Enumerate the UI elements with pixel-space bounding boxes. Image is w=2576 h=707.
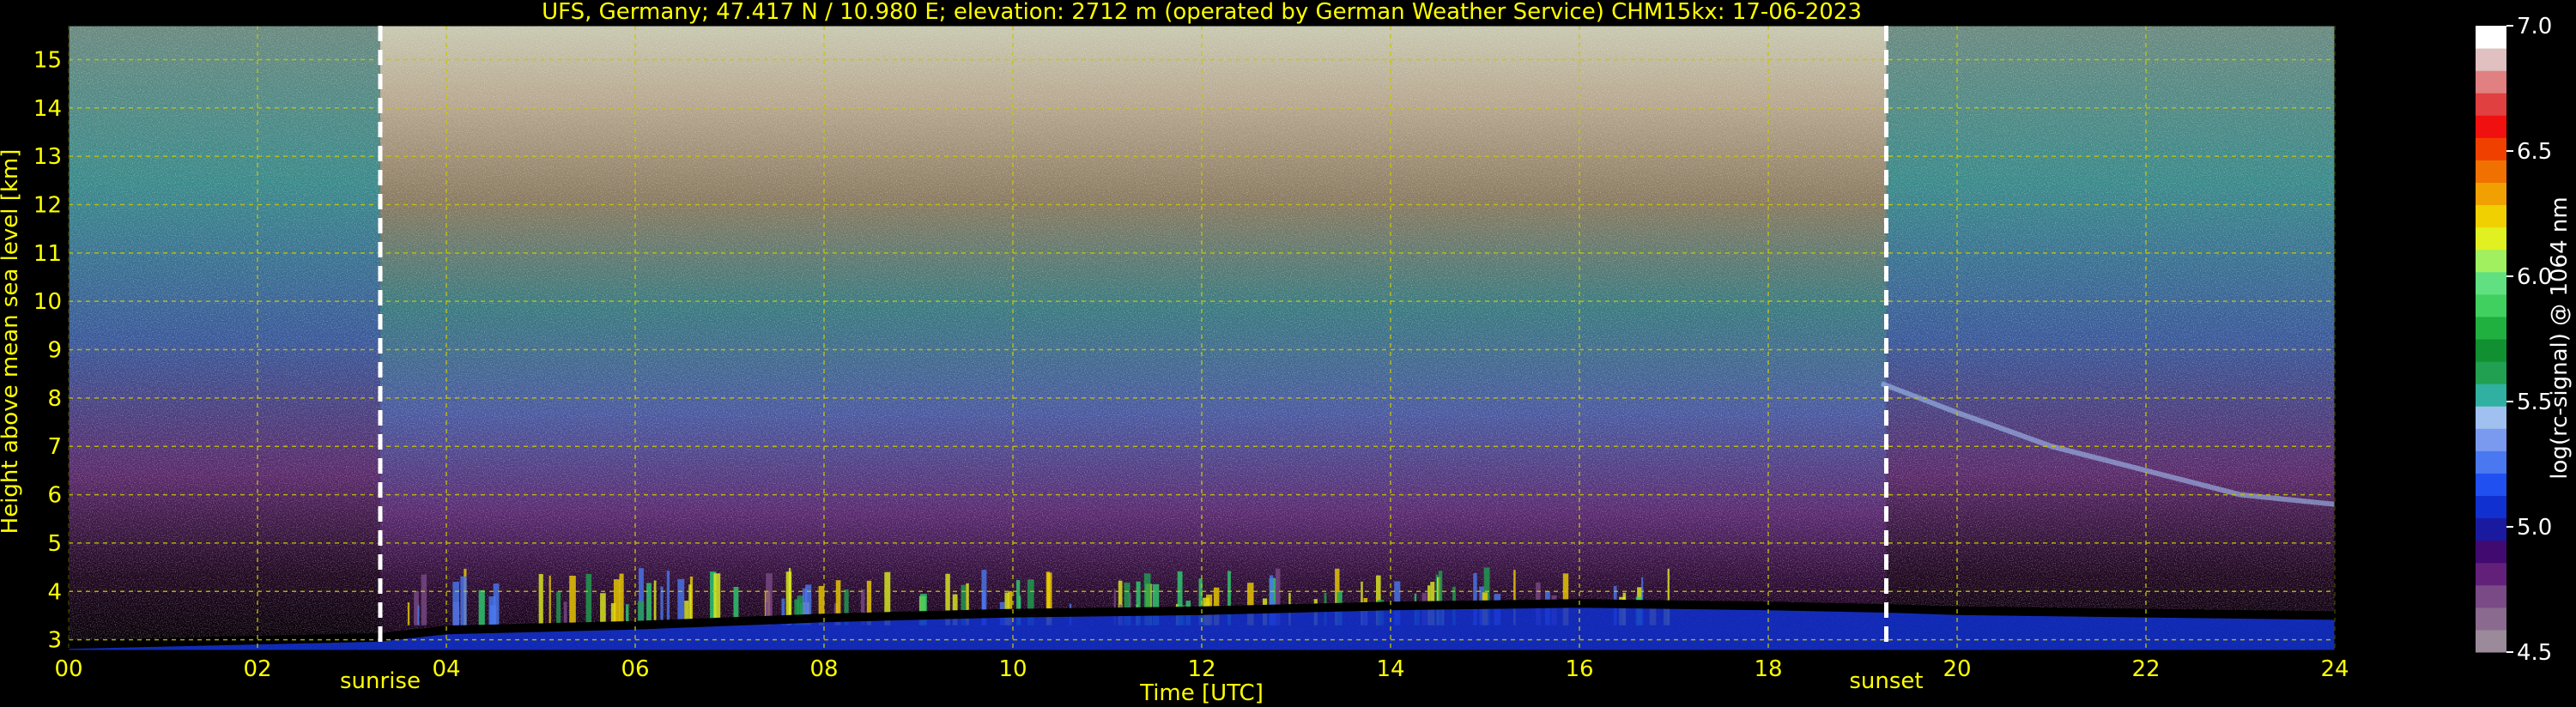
colorbar-segment: [2476, 428, 2506, 451]
cloud-streak: [549, 575, 551, 625]
cloud-streak: [556, 591, 561, 625]
y-tick-label: 6: [47, 483, 62, 509]
cloud-streak: [653, 580, 657, 625]
cloud-streak: [563, 601, 567, 625]
y-tick-label: 4: [47, 579, 62, 605]
colorbar-segment: [2476, 361, 2506, 384]
colorbar-segment: [2476, 562, 2506, 586]
x-tick-label: 00: [54, 656, 82, 682]
cloud-streak: [585, 573, 592, 625]
colorbar-segment: [2476, 93, 2506, 116]
cloud-streak: [660, 586, 664, 625]
x-tick-label: 24: [2320, 656, 2349, 682]
x-tick-label: 08: [809, 656, 838, 682]
colorbar-segment: [2476, 182, 2506, 206]
colorbar-segment: [2476, 271, 2506, 295]
x-axis-label: Time [UTC]: [1139, 680, 1264, 706]
colorbar-segment: [2476, 316, 2506, 340]
y-tick-label: 14: [33, 96, 62, 122]
colorbar-segment: [2476, 584, 2506, 608]
colorbar-segment: [2476, 607, 2506, 631]
y-tick-label: 3: [47, 628, 62, 654]
y-tick-label: 13: [33, 144, 62, 170]
colorbar-segment: [2476, 406, 2506, 429]
cloud-streak: [452, 582, 459, 625]
x-tick-label: 02: [243, 656, 271, 682]
y-tick-label: 8: [47, 386, 62, 412]
cloud-streak: [538, 574, 543, 625]
colorbar-segment: [2476, 204, 2506, 228]
cloud-streak: [646, 583, 652, 625]
cloud-streak: [421, 574, 427, 625]
colorbar-label: log(rc-signal) @ 1064 nm: [2547, 196, 2573, 479]
colorbar-segment: [2476, 160, 2506, 183]
colorbar-tick-label: 4.5: [2517, 640, 2552, 666]
sunrise-label: sunrise: [340, 668, 421, 694]
x-tick-label: 12: [1187, 656, 1215, 682]
x-tick-label: 10: [998, 656, 1027, 682]
y-tick-label: 5: [47, 531, 62, 557]
cloud-streak: [600, 593, 606, 625]
colorbar-tick-label: 6.5: [2517, 139, 2552, 165]
cloud-streak: [460, 576, 467, 625]
colorbar-segment: [2476, 384, 2506, 407]
y-axis-label: Height above mean sea level [km]: [0, 149, 23, 535]
y-tick-label: 10: [33, 289, 62, 315]
y-tick-label: 12: [33, 192, 62, 218]
cloud-streak: [478, 589, 485, 625]
x-tick-label: 20: [1943, 656, 1971, 682]
colorbar-segment: [2476, 473, 2506, 496]
colorbar-segment: [2476, 450, 2506, 474]
x-tick-label: 06: [621, 656, 649, 682]
sunset-label: sunset: [1849, 668, 1923, 694]
cloud-streak: [677, 578, 685, 625]
colorbar: 4.55.05.56.06.57.0: [2476, 14, 2552, 666]
colorbar-segment: [2476, 540, 2506, 564]
cloud-streak: [493, 583, 500, 625]
x-tick-label: 18: [1754, 656, 1782, 682]
chart-title: UFS, Germany; 47.417 N / 10.980 E; eleva…: [542, 0, 1862, 25]
colorbar-segment: [2476, 293, 2506, 317]
colorbar-segment: [2476, 26, 2506, 49]
colorbar-segment: [2476, 70, 2506, 94]
x-tick-label: 22: [2131, 656, 2160, 682]
colorbar-segment: [2476, 249, 2506, 273]
colorbar-segment: [2476, 339, 2506, 362]
colorbar-segment: [2476, 115, 2506, 138]
colorbar-segment: [2476, 227, 2506, 251]
colorbar-segment: [2476, 517, 2506, 541]
x-tick-label: 16: [1565, 656, 1593, 682]
y-tick-label: 11: [33, 241, 62, 267]
y-tick-label: 7: [47, 434, 62, 460]
cloud-streak: [713, 573, 721, 625]
y-tick-label: 9: [47, 338, 62, 364]
colorbar-segment: [2476, 629, 2506, 653]
colorbar-tick-label: 7.0: [2517, 14, 2552, 39]
cloud-streak: [619, 573, 624, 625]
colorbar-segment: [2476, 495, 2506, 519]
cloud-streak: [407, 602, 410, 625]
y-tick-label: 15: [33, 47, 62, 73]
x-tick-label: 14: [1376, 656, 1404, 682]
colorbar-tick-label: 5.0: [2517, 515, 2552, 541]
colorbar-segment: [2476, 137, 2506, 160]
cloud-streak: [569, 576, 576, 625]
colorbar-segment: [2476, 48, 2506, 71]
cloud-streak: [613, 579, 621, 625]
ceilometer-chart: 00 02 04 06 08 10 12 14 16 18 20 22 24 3 4 5 6 7 8 9 10 11 12 1…: [0, 0, 2573, 706]
x-tick-label: 04: [432, 656, 460, 682]
cloud-streak: [417, 605, 420, 625]
cloud-streak: [666, 571, 670, 625]
